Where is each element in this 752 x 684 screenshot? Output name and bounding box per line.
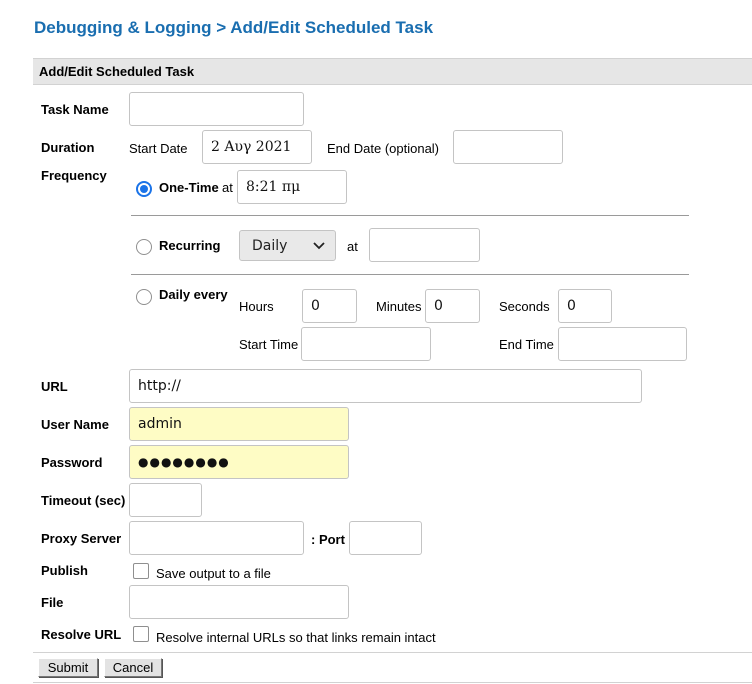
timeout-label: Timeout (sec) [41, 493, 126, 508]
resolve-url-checkbox[interactable] [133, 626, 149, 642]
timeout-input[interactable] [129, 483, 202, 517]
save-output-label: Save output to a file [156, 566, 271, 581]
daily-every-label: Daily every [159, 287, 228, 302]
user-name-input[interactable]: admin [129, 407, 349, 441]
one-time-label: One-Time [159, 180, 219, 195]
section-title: Add/Edit Scheduled Task [39, 64, 195, 79]
one-time-at-label: at [222, 180, 233, 195]
task-name-input[interactable] [129, 92, 304, 126]
end-time-input[interactable] [558, 327, 687, 361]
frequency-label: Frequency [41, 168, 107, 183]
save-output-checkbox[interactable] [133, 563, 149, 579]
password-label: Password [41, 455, 103, 470]
one-time-radio[interactable] [136, 181, 152, 197]
port-input[interactable] [349, 521, 422, 555]
minutes-label: Minutes [376, 299, 422, 314]
end-date-label: End Date (optional) [327, 141, 440, 156]
recurring-label: Recurring [159, 238, 221, 253]
resolve-url-label: Resolve URL [41, 627, 122, 642]
url-input[interactable]: http:// [129, 369, 642, 403]
hours-label: Hours [239, 299, 274, 314]
recurring-radio[interactable] [136, 239, 152, 255]
duration-label: Duration [41, 140, 95, 155]
cancel-button[interactable]: Cancel [104, 658, 162, 677]
url-label: URL [41, 379, 68, 394]
user-name-label: User Name [41, 417, 109, 432]
one-time-time-input[interactable]: 8:21 πμ [237, 170, 347, 204]
file-input[interactable] [129, 585, 349, 619]
file-label: File [41, 595, 64, 610]
start-date-label: Start Date [129, 141, 188, 156]
minutes-input[interactable]: 0 [425, 289, 480, 323]
resolve-url-description: Resolve internal URLs so that links rema… [156, 630, 436, 645]
password-input[interactable]: ●●●●●●●● [129, 445, 349, 479]
recurring-time-input[interactable] [369, 228, 480, 262]
task-name-label: Task Name [41, 102, 109, 117]
daily-every-radio[interactable] [136, 289, 152, 305]
chevron-down-icon [313, 241, 325, 250]
publish-label: Publish [41, 563, 88, 578]
hours-input[interactable]: 0 [302, 289, 357, 323]
divider [131, 215, 689, 216]
start-time-input[interactable] [301, 327, 431, 361]
recurring-select-value: Daily [252, 237, 288, 254]
recurring-at-label: at [347, 239, 358, 254]
proxy-server-input[interactable] [129, 521, 304, 555]
port-label: : Port [311, 532, 345, 547]
seconds-label: Seconds [499, 299, 550, 314]
divider [131, 274, 689, 275]
end-date-input[interactable] [453, 130, 563, 164]
start-date-input[interactable]: 2 Αυγ 2021 [202, 130, 312, 164]
submit-button[interactable]: Submit [38, 658, 98, 677]
recurring-select[interactable]: Daily [239, 230, 336, 261]
end-time-label: End Time [499, 337, 554, 352]
page-title: Debugging & Logging > Add/Edit Scheduled… [34, 18, 434, 37]
seconds-input[interactable]: 0 [558, 289, 612, 323]
start-time-label: Start Time [239, 337, 299, 352]
proxy-server-label: Proxy Server [41, 531, 122, 546]
